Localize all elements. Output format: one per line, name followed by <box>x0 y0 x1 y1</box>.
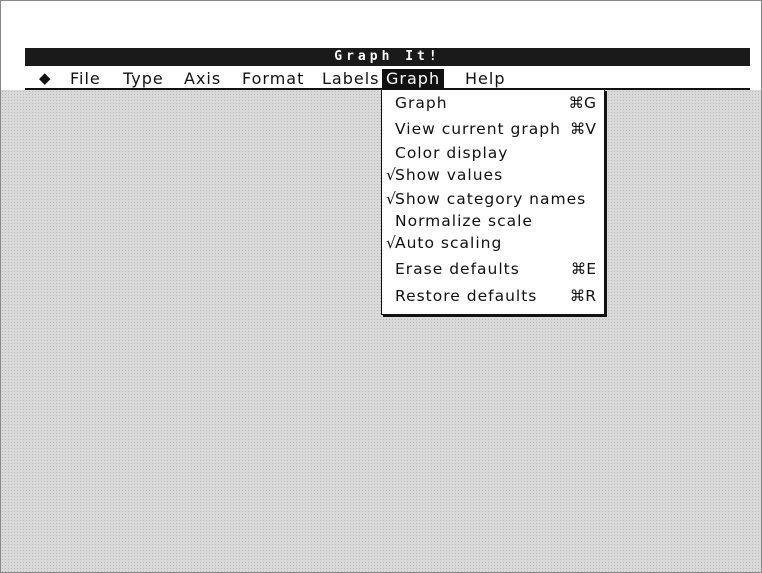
menu-item-restore-defaults[interactable]: Restore defaults ⌘R <box>382 285 604 307</box>
menu-item-graph[interactable]: Graph ⌘G <box>382 92 604 114</box>
menu-item-view-current-graph[interactable]: View current graph ⌘V <box>382 118 604 140</box>
menu-labels[interactable]: Labels <box>322 69 380 88</box>
menu-item-show-values[interactable]: √ Show values <box>382 164 604 186</box>
menu-item-label: Normalize scale <box>395 212 533 230</box>
menu-help[interactable]: Help <box>465 69 505 88</box>
title-bar[interactable]: Graph It! <box>25 48 750 66</box>
menu-format[interactable]: Format <box>242 69 304 88</box>
graph-menu-dropdown: Graph ⌘G View current graph ⌘V Color dis… <box>381 89 605 315</box>
menu-item-label: Show values <box>395 166 504 184</box>
menu-item-label: Restore defaults <box>395 287 538 305</box>
menu-file[interactable]: File <box>70 69 101 88</box>
shortcut-label: ⌘R <box>569 287 596 305</box>
menu-item-normalize-scale[interactable]: Normalize scale <box>382 210 604 232</box>
window-title: Graph It! <box>334 49 441 64</box>
shortcut-label: ⌘E <box>570 260 596 278</box>
menu-item-color-display[interactable]: Color display <box>382 142 604 164</box>
apple-icon[interactable]: ◆ <box>39 69 52 88</box>
menu-graph[interactable]: Graph <box>382 69 445 88</box>
menu-item-label: View current graph <box>395 120 561 138</box>
menu-item-label: Auto scaling <box>395 234 503 252</box>
menu-axis[interactable]: Axis <box>184 69 221 88</box>
menu-item-label: Erase defaults <box>395 260 520 278</box>
menu-item-label: Color display <box>395 144 509 162</box>
shortcut-label: ⌘G <box>568 94 596 112</box>
menu-item-auto-scaling[interactable]: √ Auto scaling <box>382 232 604 254</box>
menu-item-label: Show category names <box>395 190 587 208</box>
menu-type[interactable]: Type <box>123 69 164 88</box>
menu-bar: ◆ File Type Axis Format Labels Graph Hel… <box>25 69 750 90</box>
menu-item-label: Graph <box>395 94 448 112</box>
menu-item-show-category-names[interactable]: √ Show category names <box>382 188 604 210</box>
menu-item-erase-defaults[interactable]: Erase defaults ⌘E <box>382 258 604 280</box>
shortcut-label: ⌘V <box>569 120 596 138</box>
